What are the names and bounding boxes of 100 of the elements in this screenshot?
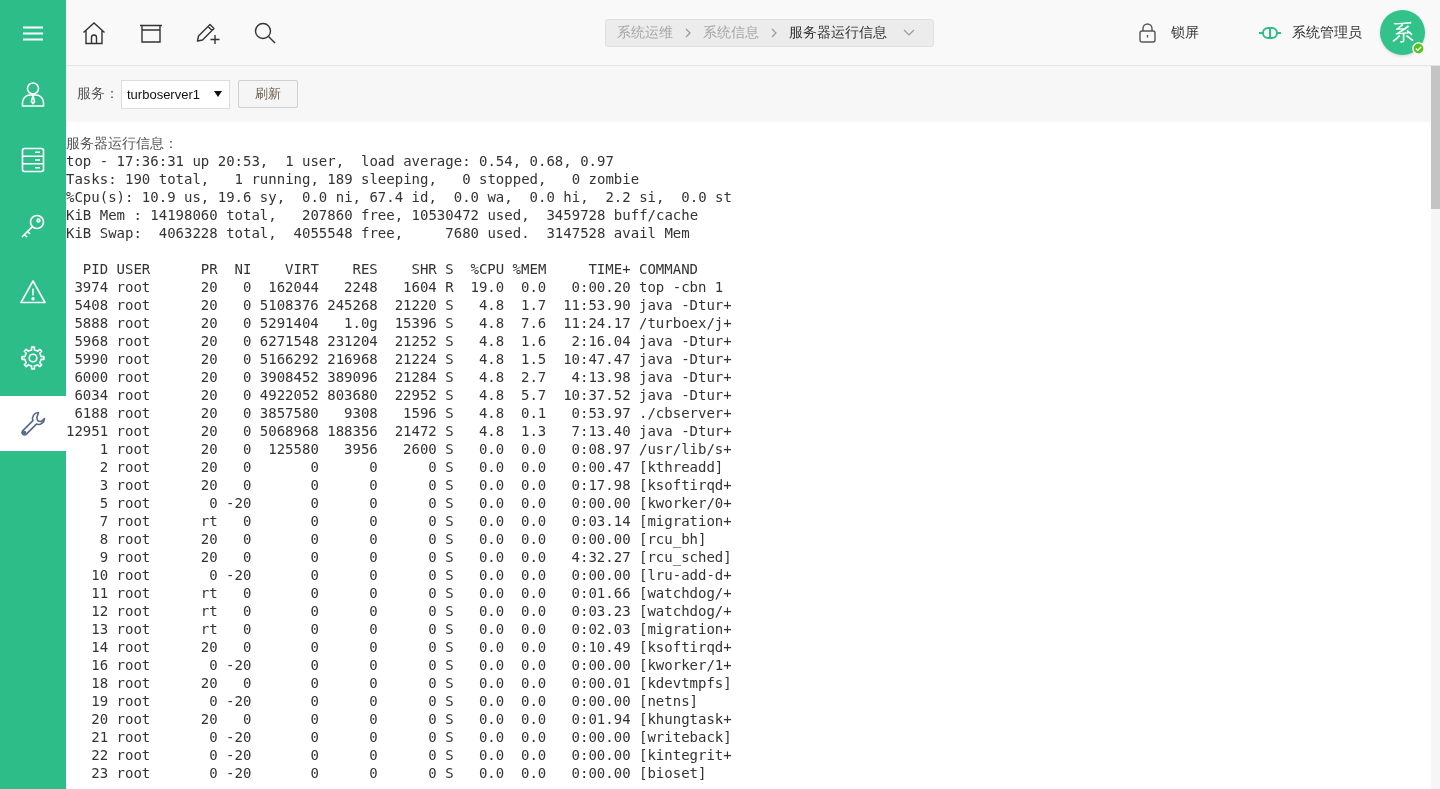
table-cell: 0	[242, 314, 252, 332]
table-cell: S	[445, 386, 454, 404]
table-cell: 0	[242, 638, 252, 656]
table-cell: 0:00.00	[571, 656, 631, 674]
table-cell: 0:10.49	[571, 638, 631, 656]
table-cell: 0	[242, 386, 252, 404]
table-cell: 0	[369, 674, 378, 692]
table-cell: 0	[369, 764, 378, 782]
table-cell: ./cbserver+	[639, 404, 732, 422]
table-cell: top -cbn 1	[639, 278, 724, 296]
column-header: NI	[234, 260, 252, 278]
table-cell: 21284	[394, 368, 437, 386]
table-cell: 0.0	[478, 566, 505, 584]
column-header: SHR	[411, 260, 437, 278]
table-cell: 0	[310, 638, 319, 656]
lock-icon	[1139, 22, 1156, 43]
table-cell: 0	[310, 566, 319, 584]
table-cell: 0:00.00	[571, 692, 631, 710]
table-cell: S	[445, 422, 454, 440]
table-cell: 0	[428, 494, 437, 512]
table-cell: 5968	[74, 332, 109, 350]
table-cell: 0:53.97	[571, 404, 631, 422]
output-title: 服务器运行信息：	[66, 134, 179, 152]
table-cell: 8	[99, 530, 109, 548]
breadcrumb-link[interactable]: 服务器运行信息	[789, 23, 887, 42]
table-cell: 0.0	[478, 512, 505, 530]
table-cell: 7	[99, 512, 109, 530]
table-cell: 389096	[327, 368, 378, 386]
column-header: VIRT	[285, 260, 319, 278]
server-select[interactable]: turboserver1	[121, 79, 230, 109]
table-cell: 0	[369, 512, 378, 530]
table-cell: 0.0	[521, 530, 547, 548]
table-cell: 0	[428, 746, 437, 764]
column-header: %CPU	[470, 260, 505, 278]
column-header: PID	[82, 260, 109, 278]
user-icon	[20, 80, 46, 107]
table-cell: 23	[91, 764, 109, 782]
table-cell: 10	[91, 566, 109, 584]
table-cell: -20	[226, 764, 252, 782]
table-cell: 0	[242, 584, 252, 602]
home-icon[interactable]	[82, 20, 106, 45]
table-cell: 0	[369, 566, 378, 584]
table-cell: java -Dtur+	[639, 422, 732, 440]
table-cell: 0	[369, 656, 378, 674]
table-cell: 0:02.03	[571, 620, 631, 638]
table-cell: 0	[310, 476, 319, 494]
scrollbar-thumb[interactable]	[1431, 66, 1440, 209]
table-cell: 0.0	[521, 476, 547, 494]
table-cell: S	[445, 728, 454, 746]
user-menu-button[interactable]: 系统管理员	[1259, 23, 1362, 42]
table-cell: 0	[310, 620, 319, 638]
table-cell: /turboex/j+	[639, 314, 732, 332]
table-cell: 1.5	[521, 350, 547, 368]
output-line: KiB Mem : 14198060 total, 207860 free, 10530472 used, 3459728 buff/cache	[66, 206, 700, 224]
table-cell: root	[116, 620, 151, 638]
table-cell: 1.3	[521, 422, 547, 440]
output-line: top - 17:36:31 up 20:53, 1 user, load average: 0.54, 0.68, 0.97	[66, 152, 615, 170]
table-cell: 0.0	[478, 656, 505, 674]
table-cell: 0	[242, 674, 252, 692]
table-cell: 0	[428, 656, 437, 674]
table-cell: S	[445, 512, 454, 530]
search-icon[interactable]	[253, 20, 277, 45]
table-cell: [netns]	[639, 692, 698, 710]
table-cell: 0:08.97	[571, 440, 631, 458]
table-cell: 0.0	[521, 764, 547, 782]
table-cell: 0.0	[478, 764, 505, 782]
sidebar-item[interactable]	[0, 396, 66, 451]
table-cell: S	[445, 692, 454, 710]
table-cell: 0	[242, 548, 252, 566]
table-cell: [writeback]	[639, 728, 732, 746]
table-cell: -20	[226, 494, 252, 512]
table-cell: 0	[310, 458, 319, 476]
table-cell: 0.0	[478, 548, 505, 566]
chevron-down-icon[interactable]	[903, 29, 915, 36]
table-cell: 20	[200, 314, 218, 332]
table-cell: S	[445, 620, 454, 638]
table-cell: java -Dtur+	[639, 386, 732, 404]
table-cell: 19	[91, 692, 109, 710]
table-cell: S	[445, 296, 454, 314]
table-cell: 0.0	[478, 638, 505, 656]
table-cell: 0	[209, 746, 218, 764]
refresh-button[interactable]: 刷新	[238, 80, 298, 108]
table-cell: 19.0	[470, 278, 505, 296]
table-cell: 22	[91, 746, 109, 764]
table-cell: 20	[200, 440, 218, 458]
table-cell: root	[116, 764, 151, 782]
table-cell: 0	[428, 728, 437, 746]
column-header: USER	[116, 260, 151, 278]
table-cell: 0	[369, 494, 378, 512]
table-cell: 0.0	[478, 494, 505, 512]
table-cell: R	[445, 278, 454, 296]
table-cell: 20	[200, 296, 218, 314]
lock-screen-button[interactable]: 锁屏	[1139, 22, 1199, 43]
table-cell: 0:00.00	[571, 566, 631, 584]
table-cell: 0	[310, 656, 319, 674]
table-cell: 20	[200, 530, 218, 548]
table-cell: 0:03.23	[571, 602, 631, 620]
chevron-right-icon	[771, 27, 777, 38]
table-cell: 0	[310, 512, 319, 530]
table-cell: 0.0	[478, 620, 505, 638]
